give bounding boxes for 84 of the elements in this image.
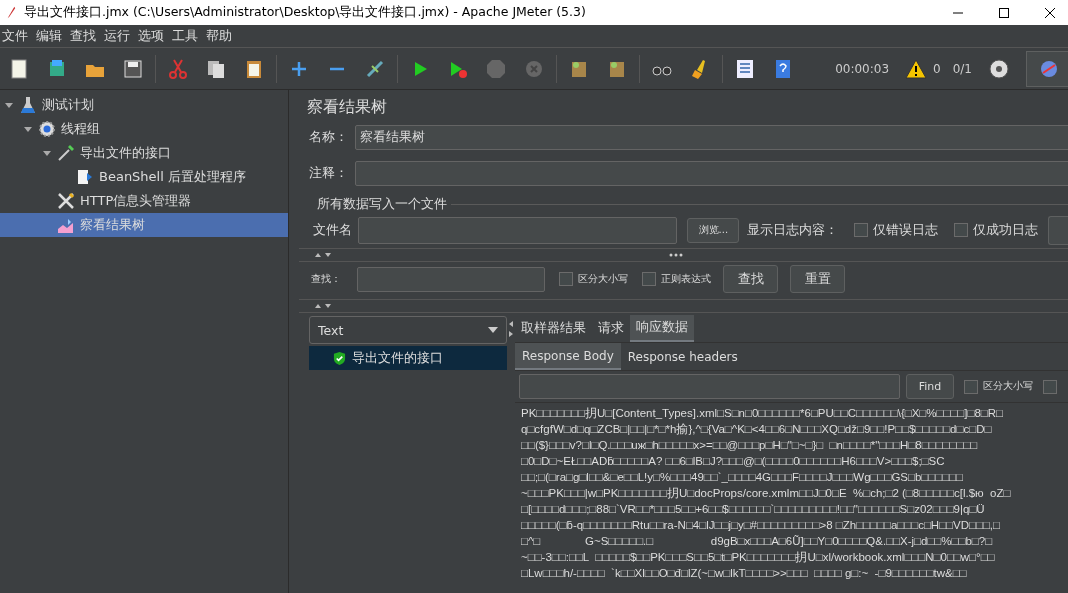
checkbox-label: 区分大小写 <box>578 272 628 286</box>
tab[interactable]: Response Body <box>515 343 621 370</box>
collapse-arrows-icon[interactable] <box>314 252 334 258</box>
response-text-line: ~□□□PK□□□|w□PK□□□□□□□抈U□docProps/core.xmlm□□J□0□E %□ch;□2 (□8□□□□□c[l.$ю oZ□ <box>521 486 1012 501</box>
response-text-line: □□□□□(□ƃ-q□□□□□□□Rtu□□ra-N□4□lJ□□j□y□#□□□□□□□□□>8 □Zh□□□□□a□□□c□H□□VD□□□,□ <box>521 518 1001 533</box>
checkbox[interactable] <box>1043 379 1057 394</box>
splitter-arrows-icon[interactable] <box>508 320 514 340</box>
filename-label: 文件名 <box>313 221 352 239</box>
checkbox-label: 仅成功日志 <box>973 221 1039 239</box>
shield-check-icon <box>333 350 346 366</box>
menu-item[interactable]: 工具 <box>172 27 198 45</box>
tree-item[interactable]: HTTP信息头管理器 <box>0 189 288 213</box>
thread-count: 0/1 <box>952 61 972 76</box>
menu-item[interactable]: 编辑 <box>36 27 62 45</box>
checkbox[interactable] <box>954 223 969 237</box>
renderer-dropdown[interactable]: Text <box>309 316 507 344</box>
result-item[interactable]: 导出文件的接口 <box>309 346 507 370</box>
checkbox-label: 正则表达式 <box>661 272 711 286</box>
menu-item[interactable]: 帮助 <box>206 27 232 45</box>
chart-icon <box>57 216 75 234</box>
window-title: 导出文件接口.jmx (C:\Users\Administrator\Desktop\导出文件接口.jmx) - Apache JMeter (5.3) <box>24 4 586 21</box>
comment-field[interactable] <box>355 161 1068 186</box>
tab[interactable]: Response headers <box>620 343 745 370</box>
gear-icon <box>38 120 56 138</box>
menu-item[interactable]: 文件 <box>2 27 28 45</box>
maximize-icon[interactable] <box>998 6 1010 19</box>
expand-arrow-icon[interactable] <box>42 148 52 158</box>
tab[interactable]: 响应数据 <box>630 315 694 342</box>
name-field[interactable]: 察看结果树 <box>355 125 1068 150</box>
browse-button[interactable]: 浏览... <box>687 217 740 243</box>
checkbox-label: 区分大小写 <box>983 380 1033 393</box>
close-icon[interactable] <box>1044 6 1056 19</box>
search-field[interactable] <box>357 266 545 292</box>
panel-title: 察看结果树 <box>306 96 388 118</box>
tree-item[interactable]: 导出文件的接口 <box>0 141 288 165</box>
elapsed-time: 00:00:03 <box>835 61 890 76</box>
response-text-line: □□;□(□ra□g□l□□&□e□□L!y□%□□□49□□`_□□□□4G□□□F□□□□J□□□Wg□□□GS□b□□□□□□ <box>521 470 964 485</box>
new-icon[interactable] <box>8 57 30 80</box>
tree-item[interactable]: 线程组 <box>0 117 288 141</box>
expand-arrow-icon[interactable] <box>23 124 33 134</box>
expand-arrow-icon[interactable] <box>4 100 14 110</box>
comment-label: 注释： <box>309 165 349 182</box>
checkbox[interactable] <box>559 272 573 286</box>
response-text-line: q□cfgfW□d□q□ZCB□|□□|□*□*h揄},^□{Va□^K□<4□□6□N□□□XQ□dž□9□□!P□□$□□□□□d□c□D□ <box>521 422 993 437</box>
menu-item[interactable]: 查找 <box>70 27 96 45</box>
response-text-line: □[□□□□d□□□;□88□`VR□□*□□□5□□+6□□$□□□□□□`□□□□□□□□□!□□"□□□□□□S□z02□□□9|q□Ü <box>521 502 986 517</box>
find-button[interactable]: Find <box>906 374 954 399</box>
checkbox-label: 仅错误日志 <box>873 221 939 239</box>
response-text-line: □0□D□~EŁ□□ADƃ□□□□□A? □□6□lB□J?□□□@□(□□□□0□□□□□□H6□□□V>□□□$;□SC <box>521 454 946 469</box>
log-label: 显示日志内容： <box>747 221 839 239</box>
list-icon[interactable] <box>734 57 756 80</box>
tab[interactable]: 请求 <box>592 315 630 342</box>
menu-item[interactable]: 选项 <box>138 27 164 45</box>
tools-icon <box>57 192 75 210</box>
tree-item[interactable]: BeanShell 后置处理程序 <box>0 165 288 189</box>
save-icon[interactable] <box>122 57 144 80</box>
find-field[interactable] <box>519 374 900 399</box>
tree-item[interactable]: 测试计划 <box>0 93 288 117</box>
script-icon <box>76 168 94 186</box>
response-text-line: □^□ G~S□□□□□.□ d9gB□x□□□A□6Ũ]□□Y□0□□□□Q&.□□X-j□d□□%□□b□?□ <box>521 534 994 549</box>
section-title: 所有数据写入一个文件 <box>317 196 448 213</box>
checkbox[interactable] <box>854 223 869 237</box>
response-text-line: ~□□-3□□:□□L □□□□□$□□PK□□□S□□5□t□PK□□□□□□□抈U□xl/workbook.xml□□□N□0□□w□°□□ <box>521 550 996 565</box>
checkbox[interactable] <box>642 272 656 286</box>
pipette-icon <box>57 144 75 162</box>
search-button[interactable]: 查找 <box>723 265 778 293</box>
search-label: 查找： <box>311 272 342 286</box>
response-text-line: □Lw□□□h/-□□□□ `k□□Xl□□O□đ□lZ(~□w□lkT□□□□>>□□□ □□□□ g□:~ -□9□□□□□□tw&□□ <box>521 566 968 581</box>
flask-icon <box>19 96 37 114</box>
response-text-line: PK□□□□□□□抈U□[Content_Types].xml□S□n□0□□□□□□*6□PU□□C□□□□□□\{□X□%□□□□]□8□R□ <box>521 406 1005 421</box>
tree-item[interactable]: 察看结果树 <box>0 213 288 237</box>
name-label: 名称： <box>309 129 349 146</box>
menu-item[interactable]: 运行 <box>104 27 130 45</box>
warning-count: 0 <box>933 61 941 76</box>
collapse-arrows-icon[interactable] <box>314 303 334 309</box>
remote-button[interactable] <box>1026 50 1068 87</box>
checkbox[interactable] <box>964 379 978 394</box>
response-text-line: □□($}□□□v?□l□Q.□□□uж□h□□□□□x>=□□@□□□p□H□"□~□}□ □n□□□□*"□□□H□8□□□□□□□□ <box>521 438 979 453</box>
warning-icon[interactable] <box>905 57 928 80</box>
reset-button[interactable]: 重置 <box>790 265 845 293</box>
splitter-handle-icon[interactable] <box>669 253 683 257</box>
tab[interactable]: 取样器结果 <box>515 315 592 342</box>
filename-field[interactable] <box>358 216 678 244</box>
dropdown-caret-icon[interactable] <box>488 327 498 333</box>
